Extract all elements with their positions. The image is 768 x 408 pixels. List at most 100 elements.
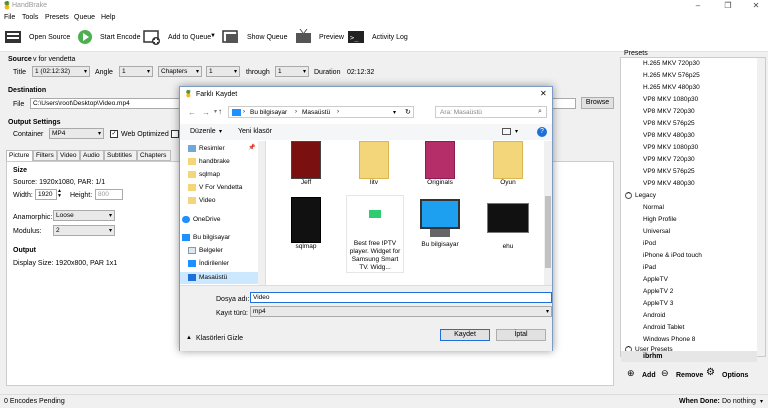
search-icon[interactable]: ⌕ <box>538 108 542 116</box>
back-icon[interactable]: ← <box>188 108 196 117</box>
nav-item-selected[interactable]: Masaüstü <box>188 274 227 281</box>
preset-category-legacy[interactable]: ^ Legacy <box>625 192 656 199</box>
presets-scrollbar[interactable] <box>757 58 765 356</box>
cancel-button[interactable]: İptal <box>496 329 546 341</box>
nav-item[interactable]: OneDrive <box>182 216 220 223</box>
hide-folders-button[interactable]: Klasörleri Gizle <box>196 335 243 342</box>
chevron-down-icon[interactable]: ▾ <box>760 398 763 405</box>
preset-item[interactable]: iPhone & iPod touch <box>643 252 702 259</box>
save-button[interactable]: Kaydet <box>440 329 490 341</box>
preset-item[interactable]: VP9 MKV 1080p30 <box>643 144 698 151</box>
nav-item[interactable]: Resimler <box>188 145 225 152</box>
menu-tools[interactable]: Tools <box>22 14 38 21</box>
width-input[interactable]: 1920 <box>35 189 57 200</box>
preset-item[interactable]: VP8 MKV 1080p30 <box>643 96 698 103</box>
nav-item[interactable]: Bu bilgisayar <box>182 234 230 241</box>
open-source-icon[interactable] <box>4 29 22 45</box>
preset-item[interactable]: AppleTV 3 <box>643 300 673 307</box>
preset-item[interactable]: H.265 MKV 576p25 <box>643 72 700 79</box>
file-item[interactable]: sqlmap <box>278 197 334 251</box>
nav-item[interactable]: sqlmap <box>188 171 220 178</box>
preset-selected-row[interactable]: ibrhm <box>621 351 757 362</box>
up-icon[interactable]: ↑ <box>218 107 222 116</box>
angle-select[interactable]: 1 <box>119 66 153 77</box>
preset-item[interactable]: Android Tablet <box>643 324 684 331</box>
chevron-down-icon[interactable]: ▾ <box>219 128 222 135</box>
tab-audio[interactable]: Audio <box>80 150 104 161</box>
nav-scrollbar[interactable] <box>258 141 265 285</box>
preset-item[interactable]: iPad <box>643 264 656 271</box>
preset-item[interactable]: Universal <box>643 228 670 235</box>
file-item[interactable]: Jeff <box>278 141 334 187</box>
activity-log-icon[interactable]: >_ <box>347 29 365 45</box>
tab-filters[interactable]: Filters <box>33 150 57 161</box>
preset-item[interactable]: VP9 MKV 480p30 <box>643 180 695 187</box>
nav-item[interactable]: Belgeler <box>188 247 223 254</box>
preset-item[interactable]: VP8 MKV 720p30 <box>643 108 695 115</box>
height-input[interactable]: 800 <box>95 189 123 200</box>
filename-input[interactable]: Video <box>250 292 552 303</box>
menu-help[interactable]: Help <box>101 14 115 21</box>
show-queue-button[interactable]: Show Queue <box>247 34 287 41</box>
range-mode-select[interactable]: Chapters <box>158 66 202 77</box>
minimize-icon[interactable]: – <box>688 1 708 10</box>
start-encode-button[interactable]: Start Encode <box>100 34 140 41</box>
gear-icon[interactable]: ⚙ <box>706 367 715 378</box>
show-queue-icon[interactable] <box>222 29 240 45</box>
chevron-up-icon[interactable]: ▲ <box>186 335 192 341</box>
preview-icon[interactable] <box>295 28 313 45</box>
add-to-queue-button[interactable]: Add to Queue <box>168 34 211 41</box>
tab-chapters[interactable]: Chapters <box>137 150 171 161</box>
modulus-select[interactable]: 2 <box>53 225 115 236</box>
activity-log-button[interactable]: Activity Log <box>372 34 408 41</box>
add-to-queue-icon[interactable] <box>143 29 161 45</box>
preset-item[interactable]: VP8 MKV 576p25 <box>643 120 695 127</box>
preset-item[interactable]: Android <box>643 312 665 319</box>
close-icon[interactable]: ✕ <box>746 1 766 10</box>
start-chapter-select[interactable]: 1 <box>206 66 240 77</box>
refresh-icon[interactable]: ↻ <box>405 108 411 116</box>
breadcrumb-item[interactable]: Masaüstü <box>302 109 330 116</box>
preset-item[interactable]: iPod <box>643 240 656 247</box>
new-folder-button[interactable]: Yeni klasör <box>238 128 272 135</box>
file-item[interactable]: litv <box>346 141 402 187</box>
preview-button[interactable]: Preview <box>319 34 344 41</box>
search-input[interactable]: Ara: Masaüstü ⌕ <box>435 106 547 118</box>
title-select[interactable]: 1 (02:12:32) <box>32 66 90 77</box>
anamorphic-select[interactable]: Loose <box>53 210 115 221</box>
preset-item[interactable]: High Profile <box>643 216 677 223</box>
maximize-icon[interactable]: ❐ <box>718 1 738 10</box>
file-item[interactable]: Bu bilgisayar <box>412 197 468 249</box>
width-stepper-icon[interactable]: ▲ ▼ <box>57 189 62 199</box>
nav-item[interactable]: V For Vendetta <box>188 184 242 191</box>
menu-presets[interactable]: Presets <box>45 14 69 21</box>
view-options-icon[interactable] <box>502 128 511 135</box>
preset-item[interactable]: AppleTV <box>643 276 668 283</box>
preset-item[interactable]: VP8 MKV 480p30 <box>643 132 695 139</box>
preset-item[interactable]: VP9 MKV 720p30 <box>643 156 695 163</box>
add-to-queue-dropdown-icon[interactable]: ▼ <box>210 33 216 39</box>
preset-item[interactable]: H.265 MKV 480p30 <box>643 84 700 91</box>
preset-item[interactable]: AppleTV 2 <box>643 288 673 295</box>
start-encode-icon[interactable] <box>77 29 95 45</box>
preset-item[interactable]: VP9 MKV 576p25 <box>643 168 695 175</box>
when-done-select[interactable]: Do nothing <box>722 398 756 405</box>
tab-video[interactable]: Video <box>57 150 80 161</box>
forward-icon[interactable]: → <box>202 108 210 117</box>
tab-subtitles[interactable]: Subtitles <box>104 150 137 161</box>
remove-preset-button[interactable]: Remove <box>676 372 703 379</box>
nav-item[interactable]: İndirilenler <box>188 260 229 267</box>
recent-locations-icon[interactable]: ▾ <box>214 108 217 115</box>
organize-button[interactable]: Düzenle <box>190 128 216 135</box>
open-source-button[interactable]: Open Source <box>29 34 70 41</box>
nav-item[interactable]: Video <box>188 197 216 204</box>
file-item[interactable]: ehu <box>480 197 536 251</box>
chevron-down-icon[interactable]: ▾ <box>515 128 518 135</box>
file-item[interactable]: Oyun <box>480 141 536 187</box>
menu-file[interactable]: File <box>4 14 15 21</box>
chevron-down-icon[interactable]: ▾ <box>393 109 396 116</box>
preset-item[interactable]: Normal <box>643 204 664 211</box>
nav-item[interactable]: handbrake <box>188 158 230 165</box>
add-preset-icon[interactable]: ⊕ <box>627 368 635 379</box>
remove-preset-icon[interactable]: ⊖ <box>661 368 669 379</box>
